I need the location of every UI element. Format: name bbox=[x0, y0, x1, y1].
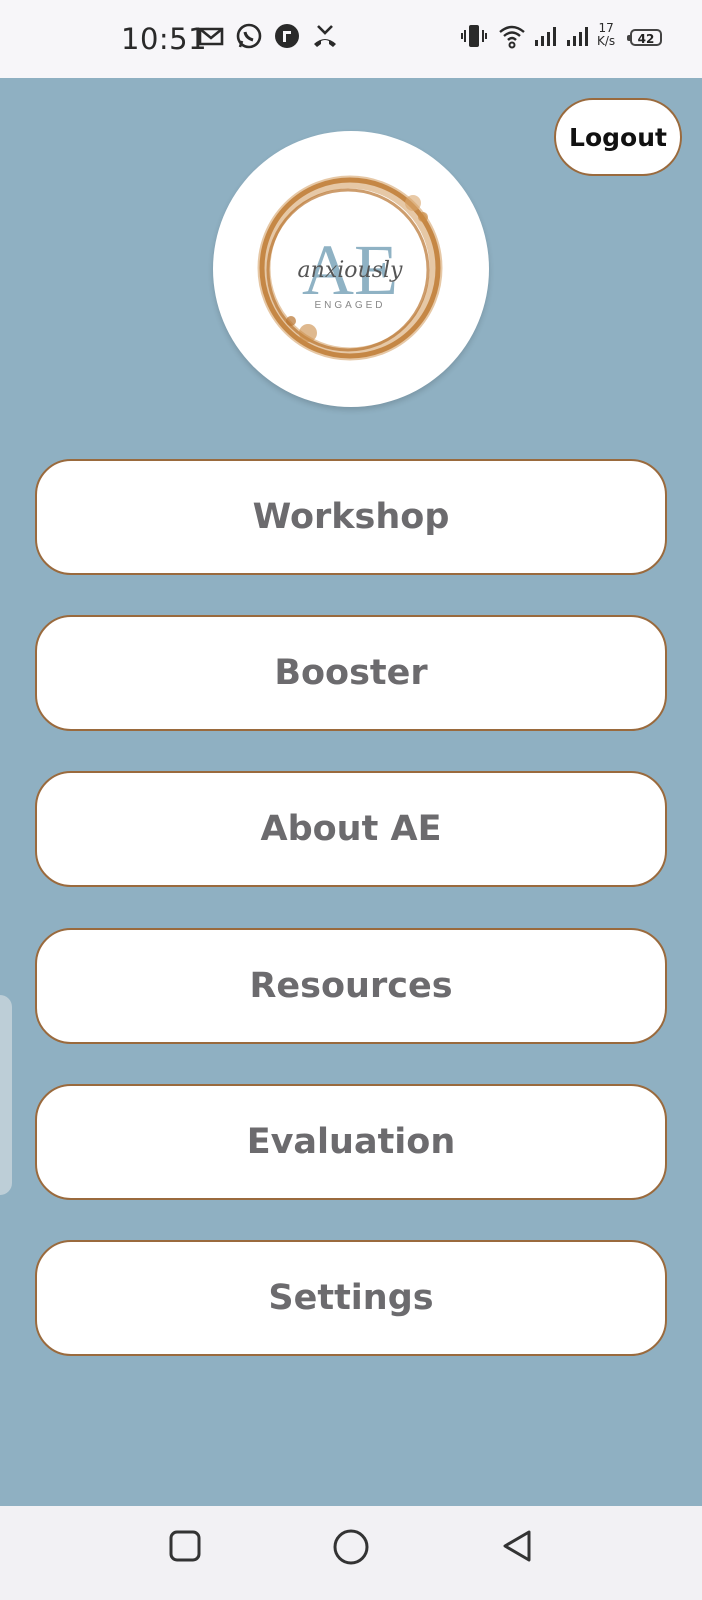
network-speed-unit: K/s bbox=[597, 34, 616, 48]
missed-call-icon bbox=[311, 22, 339, 50]
signal-icon bbox=[564, 22, 592, 50]
settings-button[interactable]: Settings bbox=[35, 1240, 667, 1356]
app-notification-icon bbox=[273, 22, 301, 50]
network-speed-value: 17 bbox=[598, 21, 614, 35]
app-logo: AE anxiously ENGAGED bbox=[213, 131, 489, 407]
status-bar: 10:51 17 K/s 42 bbox=[0, 0, 702, 78]
vibrate-icon bbox=[460, 22, 488, 50]
battery-icon: 42 bbox=[627, 29, 662, 46]
workshop-button[interactable]: Workshop bbox=[35, 459, 667, 575]
system-nav-bar bbox=[0, 1506, 702, 1600]
whatsapp-icon bbox=[235, 22, 263, 50]
gmail-icon bbox=[197, 22, 225, 50]
evaluation-button[interactable]: Evaluation bbox=[35, 1084, 667, 1200]
resources-button[interactable]: Resources bbox=[35, 928, 667, 1044]
edge-panel-handle[interactable] bbox=[0, 995, 12, 1195]
battery-level: 42 bbox=[637, 32, 655, 46]
home-circle-icon[interactable] bbox=[332, 1528, 370, 1566]
back-triangle-icon[interactable] bbox=[499, 1528, 535, 1564]
signal-icon bbox=[532, 22, 560, 50]
about-ae-button[interactable]: About AE bbox=[35, 771, 667, 887]
booster-button[interactable]: Booster bbox=[35, 615, 667, 731]
logo-subtitle: ENGAGED bbox=[314, 300, 385, 311]
status-time: 10:51 bbox=[121, 22, 208, 56]
logo-script: anxiously bbox=[298, 258, 403, 283]
recents-square-icon[interactable] bbox=[167, 1528, 203, 1564]
logout-button[interactable]: Logout bbox=[554, 98, 682, 176]
network-speed: 17 K/s bbox=[597, 22, 615, 48]
wifi-icon bbox=[498, 22, 526, 50]
